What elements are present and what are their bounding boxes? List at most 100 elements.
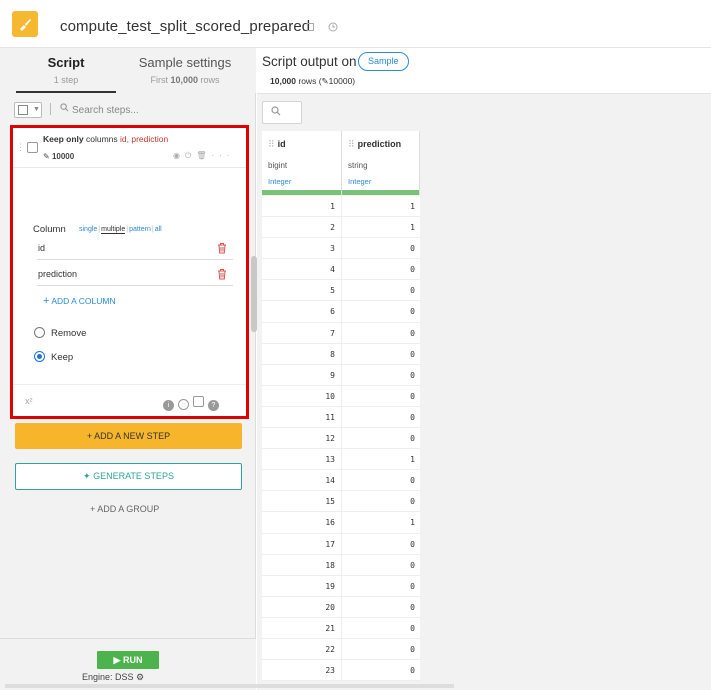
comment-icon[interactable]: ◌ <box>178 399 189 410</box>
table-row[interactable]: 13 1 <box>262 449 420 471</box>
cell-id[interactable]: 1 <box>262 196 342 217</box>
table-row[interactable]: 19 0 <box>262 575 420 597</box>
copy-icon[interactable] <box>305 22 317 34</box>
cell-id[interactable]: 9 <box>262 364 342 386</box>
column-input-prediction[interactable]: prediction <box>37 266 233 286</box>
cell-prediction[interactable]: 0 <box>342 344 420 365</box>
cell-id[interactable]: 11 <box>262 406 342 428</box>
horizontal-scrollbar[interactable] <box>5 684 454 688</box>
table-row[interactable]: 18 0 <box>262 554 420 576</box>
add-new-step-button[interactable]: + ADD A NEW STEP <box>15 423 242 449</box>
cell-id[interactable]: 13 <box>262 449 342 471</box>
cell-prediction[interactable]: 0 <box>342 365 420 386</box>
table-row[interactable]: 30 <box>262 238 420 260</box>
mode-single[interactable]: single <box>79 226 97 233</box>
cell-prediction[interactable]: 0 <box>342 618 420 639</box>
cell-id[interactable]: 2 <box>262 217 342 239</box>
table-row[interactable]: 11 0 <box>262 406 420 429</box>
engine-selector[interactable]: Engine: DSS ⚙ <box>82 672 144 683</box>
cell-prediction[interactable]: 0 <box>342 534 420 555</box>
more-icon[interactable]: ··· <box>211 151 234 160</box>
table-row[interactable]: 40 <box>262 259 420 281</box>
add-group-button[interactable]: + ADD A GROUP <box>90 504 159 514</box>
cell-prediction[interactable]: 0 <box>342 555 420 576</box>
cell-prediction[interactable]: 0 <box>342 576 420 597</box>
table-row[interactable]: 21 0 <box>262 617 420 639</box>
table-row[interactable]: 80 <box>262 343 420 365</box>
cell-prediction[interactable]: 0 <box>342 280 420 301</box>
cell-prediction[interactable]: 1 <box>342 217 420 238</box>
cell-id[interactable]: 21 <box>262 617 342 639</box>
cell-prediction[interactable]: 0 <box>342 491 420 512</box>
cell-id[interactable]: 18 <box>262 554 342 576</box>
cell-prediction[interactable]: 0 <box>342 407 420 428</box>
cell-id[interactable]: 4 <box>262 259 342 281</box>
cell-prediction[interactable]: 0 <box>342 259 420 280</box>
grid-search-button[interactable] <box>262 101 302 124</box>
clock-icon[interactable] <box>327 22 339 34</box>
table-row[interactable]: 21 <box>262 217 420 239</box>
cell-id[interactable]: 6 <box>262 301 342 323</box>
cell-id[interactable]: 20 <box>262 596 342 618</box>
cell-prediction[interactable]: 1 <box>342 512 420 533</box>
cell-prediction[interactable]: 0 <box>342 428 420 449</box>
tab-script[interactable]: Script 1 step <box>16 48 116 93</box>
column-header-prediction[interactable]: ⠿ prediction string Integer <box>342 131 420 195</box>
cell-id[interactable]: 15 <box>262 491 342 513</box>
delete-column-icon[interactable] <box>217 268 227 280</box>
table-row[interactable]: 70 <box>262 322 420 344</box>
table-row[interactable]: 10 0 <box>262 385 420 407</box>
table-row[interactable]: 12 0 <box>262 428 420 450</box>
cell-id[interactable]: 12 <box>262 428 342 450</box>
search-steps-input[interactable] <box>72 102 222 118</box>
cell-prediction[interactable]: 0 <box>342 660 420 681</box>
cell-prediction[interactable]: 0 <box>342 301 420 322</box>
select-all-checkbox[interactable]: ▼ <box>14 102 42 118</box>
radio-keep[interactable]: Keep <box>34 351 73 363</box>
power-icon[interactable]: ⏻ <box>185 151 196 160</box>
recipe-logo[interactable] <box>12 11 38 37</box>
column-header-id[interactable]: ⠿ id bigint Integer <box>262 131 342 195</box>
column-input-id[interactable]: id <box>37 240 233 260</box>
run-button[interactable]: ▶ RUN <box>97 651 159 669</box>
cell-id[interactable]: 16 <box>262 512 342 534</box>
info-icon[interactable]: i <box>163 400 174 411</box>
cell-id[interactable]: 7 <box>262 322 342 344</box>
cell-prediction[interactable]: 0 <box>342 323 420 344</box>
add-column-button[interactable]: + ADD A COLUMN <box>43 295 116 307</box>
trash-icon[interactable]: 🗑 <box>196 151 211 160</box>
step-header[interactable]: ⋮⋮ Keep only columns id, prediction ✎ 10… <box>13 128 246 168</box>
delete-column-icon[interactable] <box>217 242 227 254</box>
cell-id[interactable]: 8 <box>262 343 342 365</box>
column-meaning[interactable]: Integer <box>348 177 371 186</box>
tab-sample-settings[interactable]: Sample settings First 10,000 rows <box>130 48 240 93</box>
help-icon[interactable]: ? <box>208 400 219 411</box>
cell-prediction[interactable]: 0 <box>342 639 420 660</box>
cell-prediction[interactable]: 0 <box>342 470 420 491</box>
sample-pill-button[interactable]: Sample <box>358 52 409 71</box>
table-row[interactable]: 15 0 <box>262 491 420 513</box>
cell-id[interactable]: 10 <box>262 385 342 407</box>
table-row[interactable]: 23 0 <box>262 660 420 682</box>
table-row[interactable]: 11 <box>262 196 420 218</box>
table-row[interactable]: 16 1 <box>262 512 420 534</box>
table-row[interactable]: 17 0 <box>262 533 420 555</box>
cell-id[interactable]: 5 <box>262 280 342 302</box>
copy-step-icon[interactable] <box>193 396 204 407</box>
cell-id[interactable]: 14 <box>262 470 342 492</box>
mode-pattern[interactable]: pattern <box>129 226 151 233</box>
cell-prediction[interactable]: 0 <box>342 386 420 407</box>
cell-id[interactable]: 23 <box>262 660 342 682</box>
mode-all[interactable]: all <box>155 226 162 233</box>
table-row[interactable]: 20 0 <box>262 596 420 618</box>
table-row[interactable]: 14 0 <box>262 470 420 492</box>
cell-id[interactable]: 19 <box>262 575 342 597</box>
cell-prediction[interactable]: 0 <box>342 597 420 618</box>
formula-icon[interactable]: x² <box>25 396 33 406</box>
cell-id[interactable]: 22 <box>262 638 342 660</box>
table-row[interactable]: 60 <box>262 301 420 323</box>
step-checkbox[interactable] <box>27 142 38 153</box>
table-row[interactable]: 90 <box>262 364 420 386</box>
cell-prediction[interactable]: 1 <box>342 449 420 470</box>
cell-id[interactable]: 3 <box>262 238 342 260</box>
